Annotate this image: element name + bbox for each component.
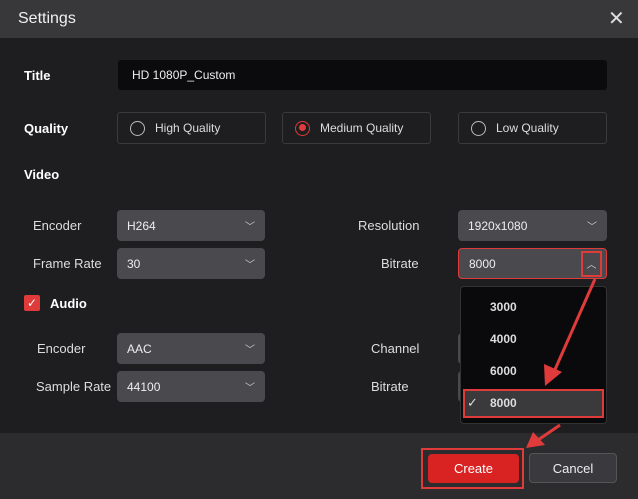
annotation-arrows <box>526 278 597 448</box>
